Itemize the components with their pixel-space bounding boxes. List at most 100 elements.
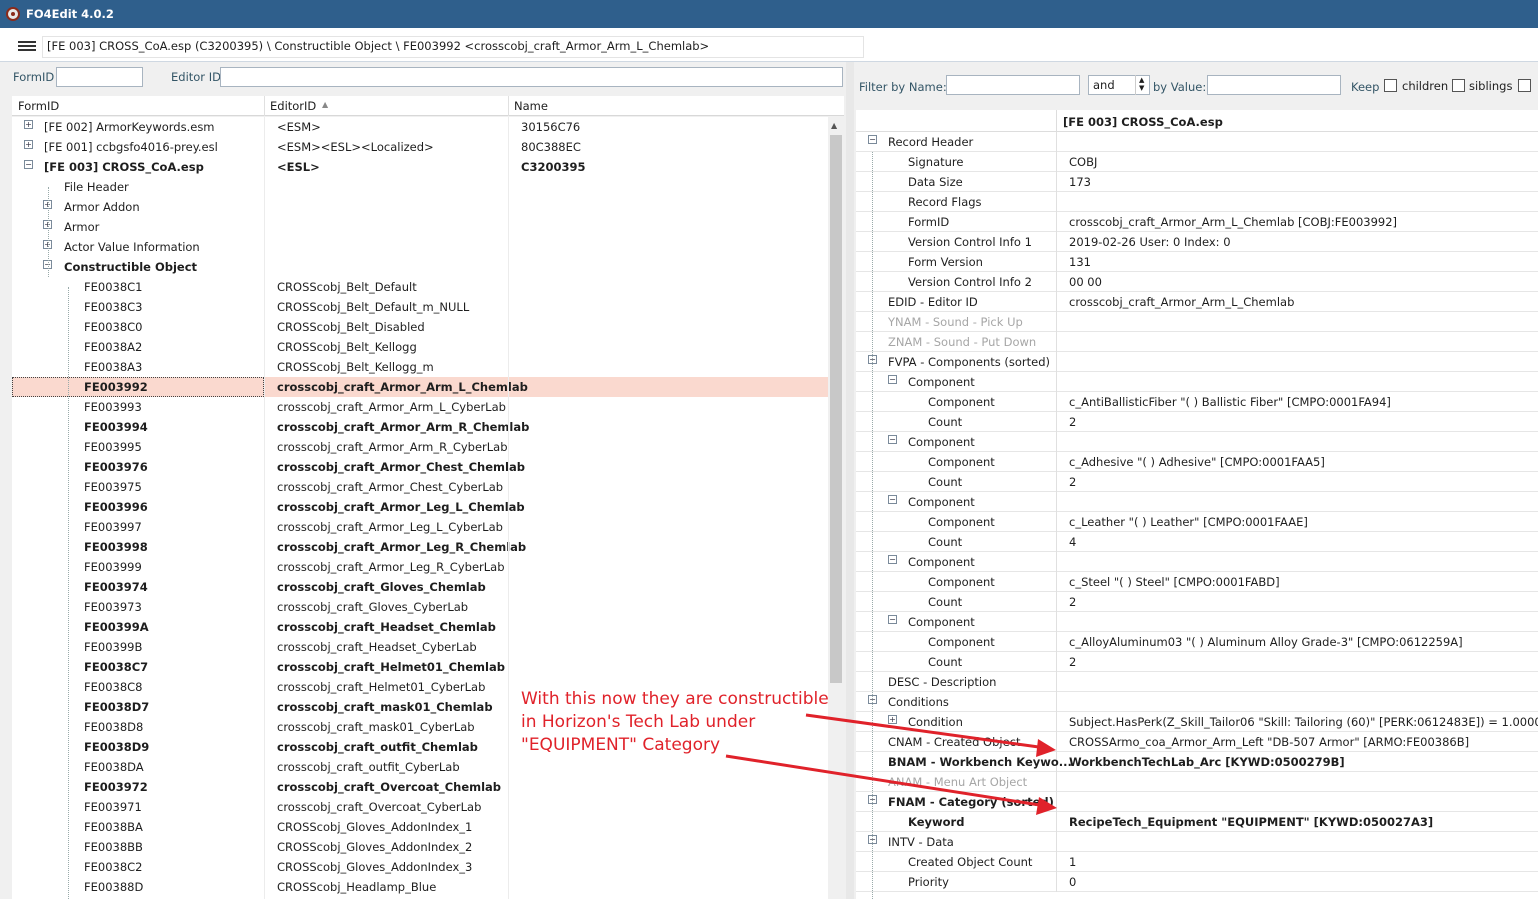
record-field-row[interactable]: Component c_Steel "( ) Steel" [CMPO:0001F… xyxy=(856,572,1538,592)
record-field-row[interactable]: − FVPA - Components (sorted) xyxy=(856,352,1538,372)
record-field-row[interactable]: FormID crosscobj_craft_Armor_Arm_L_Chemla… xyxy=(856,212,1538,232)
splitter[interactable] xyxy=(846,62,854,899)
tree-record-row[interactable]: FE0038A3 CROSScobj_Belt_Kellogg_m xyxy=(12,357,828,377)
tree-record-row[interactable]: FE003974 crosscobj_craft_Gloves_Chemlab xyxy=(12,577,828,597)
tree-record-row[interactable]: FE003971 crosscobj_craft_Overcoat_CyberLa… xyxy=(12,797,828,817)
expand-icon[interactable]: + xyxy=(888,715,897,724)
tree-record-row[interactable]: FE003996 crosscobj_craft_Armor_Leg_L_Chem… xyxy=(12,497,828,517)
record-field-row[interactable]: − Component xyxy=(856,372,1538,392)
record-field-row[interactable]: Created Object Count 1 xyxy=(856,852,1538,872)
tree-record-row[interactable]: FE0038DA crosscobj_craft_outfit_CyberLab xyxy=(12,757,828,777)
record-field-row[interactable]: EDID - Editor ID crosscobj_craft_Armor_Ar… xyxy=(856,292,1538,312)
tree-group-row[interactable]: File Header xyxy=(12,177,828,197)
left-scroll-thumb[interactable] xyxy=(830,135,842,683)
tree-record-row[interactable]: FE003973 crosscobj_craft_Gloves_CyberLab xyxy=(12,597,828,617)
record-field-row[interactable]: − INTV - Data xyxy=(856,832,1538,852)
expand-icon[interactable]: + xyxy=(24,120,33,129)
spinner-icon[interactable]: ▲ ▼ xyxy=(1135,75,1149,95)
formid-filter-input[interactable] xyxy=(56,67,143,87)
collapse-icon[interactable]: − xyxy=(888,495,897,504)
expand-icon[interactable]: + xyxy=(24,140,33,149)
filter-operator-select[interactable]: and ▲ ▼ xyxy=(1088,75,1150,95)
collapse-icon[interactable]: − xyxy=(888,435,897,444)
tree-record-row[interactable]: FE0038C0 CROSScobj_Belt_Disabled xyxy=(12,317,828,337)
tree-group-row[interactable]: − Constructible Object xyxy=(12,257,828,277)
tree-record-row[interactable]: FE00399A crosscobj_craft_Headset_Chemlab xyxy=(12,617,828,637)
record-field-row[interactable]: Count 2 xyxy=(856,652,1538,672)
record-field-row[interactable]: Signature COBJ xyxy=(856,152,1538,172)
collapse-icon[interactable]: − xyxy=(24,160,33,169)
record-field-row[interactable]: Count 2 xyxy=(856,472,1538,492)
record-tree[interactable]: + [FE 002] ArmorKeywords.esm <ESM> 30156C76… xyxy=(12,117,828,899)
siblings-checkbox[interactable] xyxy=(1452,79,1465,92)
filter-name-input[interactable] xyxy=(946,75,1080,95)
tree-record-row[interactable]: FE00399B crosscobj_craft_Headset_CyberLab xyxy=(12,637,828,657)
record-field-row[interactable]: Component c_Adhesive "( ) Adhesive" [CMPO… xyxy=(856,452,1538,472)
record-field-row[interactable]: − Record Header xyxy=(856,132,1538,152)
record-field-row[interactable]: + Condition Subject.HasPerk(Z_Skill_Tailor… xyxy=(856,712,1538,732)
tree-record-row[interactable]: FE0038A2 CROSScobj_Belt_Kellogg xyxy=(12,337,828,357)
tree-group-row[interactable]: + Armor xyxy=(12,217,828,237)
col-name[interactable]: Name xyxy=(514,99,548,113)
filter-value-input[interactable] xyxy=(1207,75,1341,95)
tree-file-row[interactable]: + [FE 001] ccbgsfo4016-prey.esl <ESM><ESL>… xyxy=(12,137,828,157)
scroll-up-icon[interactable]: ▲ xyxy=(831,121,837,130)
record-field-row[interactable]: Priority 0 xyxy=(856,872,1538,892)
record-field-row[interactable]: Form Version 131 xyxy=(856,252,1538,272)
tree-record-row[interactable]: FE003976 crosscobj_craft_Armor_Chest_Chem… xyxy=(12,457,828,477)
tree-record-row[interactable]: FE003995 crosscobj_craft_Armor_Arm_R_Cybe… xyxy=(12,437,828,457)
col-editorid[interactable]: EditorID xyxy=(270,99,316,113)
record-field-row[interactable]: − Component xyxy=(856,492,1538,512)
record-field-row[interactable]: Keyword RecipeTech_Equipment "EQUIPMENT" … xyxy=(856,812,1538,832)
menu-icon[interactable] xyxy=(18,41,36,51)
record-field-row[interactable]: − Component xyxy=(856,552,1538,572)
collapse-icon[interactable]: − xyxy=(888,615,897,624)
record-field-row[interactable]: Count 4 xyxy=(856,532,1538,552)
tree-group-row[interactable]: + Actor Value Information xyxy=(12,237,828,257)
tree-file-row[interactable]: + [FE 002] ArmorKeywords.esm <ESM> 30156C76 xyxy=(12,117,828,137)
tree-record-row[interactable]: FE003972 crosscobj_craft_Overcoat_Chemlab xyxy=(12,777,828,797)
record-field-row[interactable]: YNAM - Sound - Pick Up xyxy=(856,312,1538,332)
tree-record-row[interactable]: FE0038BB CROSScobj_Gloves_AddonIndex_2 xyxy=(12,837,828,857)
tree-file-row[interactable]: − [FE 003] CROSS_CoA.esp <ESL> C3200395 xyxy=(12,157,828,177)
record-field-row[interactable]: Data Size 173 xyxy=(856,172,1538,192)
tree-record-row[interactable]: FE003975 crosscobj_craft_Armor_Chest_Cybe… xyxy=(12,477,828,497)
tree-record-row[interactable]: FE003997 crosscobj_craft_Armor_Leg_L_Cybe… xyxy=(12,517,828,537)
left-scrollbar[interactable]: ▲ xyxy=(828,117,844,899)
record-field-row[interactable]: Component c_Leather "( ) Leather" [CMPO:0… xyxy=(856,512,1538,532)
record-field-row[interactable]: − Component xyxy=(856,432,1538,452)
extra-checkbox[interactable] xyxy=(1518,79,1531,92)
record-field-row[interactable]: CNAM - Created Object CROSSArmo_coa_Armor… xyxy=(856,732,1538,752)
record-field-row[interactable]: − FNAM - Category (sorted) xyxy=(856,792,1538,812)
children-checkbox[interactable] xyxy=(1384,79,1397,92)
tree-record-row[interactable]: FE0038C2 CROSScobj_Gloves_AddonIndex_3 xyxy=(12,857,828,877)
tree-record-row[interactable]: FE0038C3 CROSScobj_Belt_Default_m_NULL xyxy=(12,297,828,317)
record-field-row[interactable]: Count 2 xyxy=(856,592,1538,612)
tree-record-row[interactable]: FE0038C7 crosscobj_craft_Helmet01_Chemlab xyxy=(12,657,828,677)
record-field-row[interactable]: ZNAM - Sound - Put Down xyxy=(856,332,1538,352)
tree-record-row[interactable]: FE0038BA CROSScobj_Gloves_AddonIndex_1 xyxy=(12,817,828,837)
record-field-row[interactable]: Version Control Info 1 2019-02-26 User: 0… xyxy=(856,232,1538,252)
tree-record-row[interactable]: FE0038C1 CROSScobj_Belt_Default xyxy=(12,277,828,297)
tree-record-row[interactable]: FE003999 crosscobj_craft_Armor_Leg_R_Cybe… xyxy=(12,557,828,577)
record-field-row[interactable]: DESC - Description xyxy=(856,672,1538,692)
record-field-row[interactable]: Count 2 xyxy=(856,412,1538,432)
collapse-icon[interactable]: − xyxy=(888,375,897,384)
record-field-row[interactable]: Version Control Info 2 00 00 xyxy=(856,272,1538,292)
record-field-row[interactable]: Component c_AlloyAluminum03 "( ) Aluminum… xyxy=(856,632,1538,652)
record-field-row[interactable]: ANAM - Menu Art Object xyxy=(856,772,1538,792)
record-field-row[interactable]: − Component xyxy=(856,612,1538,632)
editorid-filter-input[interactable] xyxy=(220,67,843,87)
record-view[interactable]: [FE 003] CROSS_CoA.esp − Record Header Sig… xyxy=(856,110,1538,899)
tree-record-row[interactable]: FE003994 crosscobj_craft_Armor_Arm_R_Chem… xyxy=(12,417,828,437)
tree-group-row[interactable]: + Armor Addon xyxy=(12,197,828,217)
record-field-row[interactable]: − Conditions xyxy=(856,692,1538,712)
record-path[interactable]: [FE 003] CROSS_CoA.esp (C3200395) \ Cons… xyxy=(42,36,864,58)
record-field-row[interactable]: Component c_AntiBallisticFiber "( ) Balli… xyxy=(856,392,1538,412)
tree-record-row[interactable]: FE003993 crosscobj_craft_Armor_Arm_L_Cybe… xyxy=(12,397,828,417)
collapse-icon[interactable]: − xyxy=(868,135,877,144)
tree-record-row[interactable]: FE00388D CROSScobj_Headlamp_Blue xyxy=(12,877,828,897)
tree-record-row[interactable]: FE003992 crosscobj_craft_Armor_Arm_L_Chem… xyxy=(12,377,828,397)
tree-record-row[interactable]: FE003998 crosscobj_craft_Armor_Leg_R_Chem… xyxy=(12,537,828,557)
record-field-row[interactable]: Record Flags xyxy=(856,192,1538,212)
